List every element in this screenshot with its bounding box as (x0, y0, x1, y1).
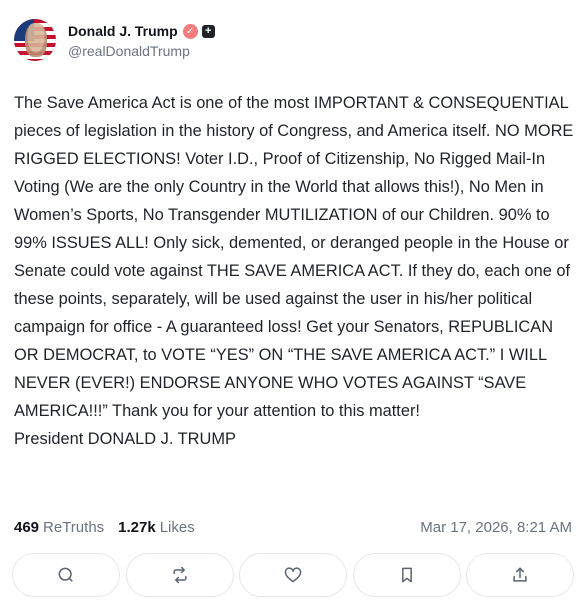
name-row: Donald J. Trump ✓ + (68, 21, 215, 41)
action-bar (12, 553, 574, 597)
retruths-count: 469 (14, 518, 40, 536)
truth-post: Donald J. Trump ✓ + @realDonaldTrump The… (0, 0, 585, 608)
author-display-name[interactable]: Donald J. Trump (68, 23, 178, 39)
post-stats: 469 ReTruths 1.27k Likes Mar 17, 2026, 8… (14, 516, 572, 538)
retruth-button[interactable] (125, 553, 234, 597)
retruths-label: ReTruths (43, 518, 105, 536)
post-header: Donald J. Trump ✓ + @realDonaldTrump (14, 17, 215, 63)
post-text: The Save America Act is one of the most … (14, 94, 574, 448)
bookmark-button[interactable] (352, 553, 461, 597)
plus-badge-icon: + (201, 24, 215, 38)
reply-button[interactable] (12, 553, 120, 597)
share-icon (513, 567, 527, 582)
retruths-stat[interactable]: 469 ReTruths (14, 519, 104, 536)
avatar-portrait (25, 23, 47, 57)
post-timestamp[interactable]: Mar 17, 2026, 8:21 AM (420, 519, 572, 536)
like-button[interactable] (239, 553, 347, 597)
retruth-icon (172, 566, 187, 584)
reply-icon (58, 567, 73, 582)
share-button[interactable] (466, 553, 574, 597)
author-handle[interactable]: @realDonaldTrump (68, 43, 215, 59)
likes-count: 1.27k (118, 518, 156, 536)
author-info: Donald J. Trump ✓ + @realDonaldTrump (68, 21, 215, 59)
heart-icon (284, 567, 302, 583)
likes-stat[interactable]: 1.27k Likes (118, 519, 195, 536)
verified-badge-icon: ✓ (182, 23, 198, 39)
likes-label: Likes (159, 518, 195, 536)
avatar[interactable] (14, 19, 56, 61)
bookmark-icon (401, 567, 412, 583)
